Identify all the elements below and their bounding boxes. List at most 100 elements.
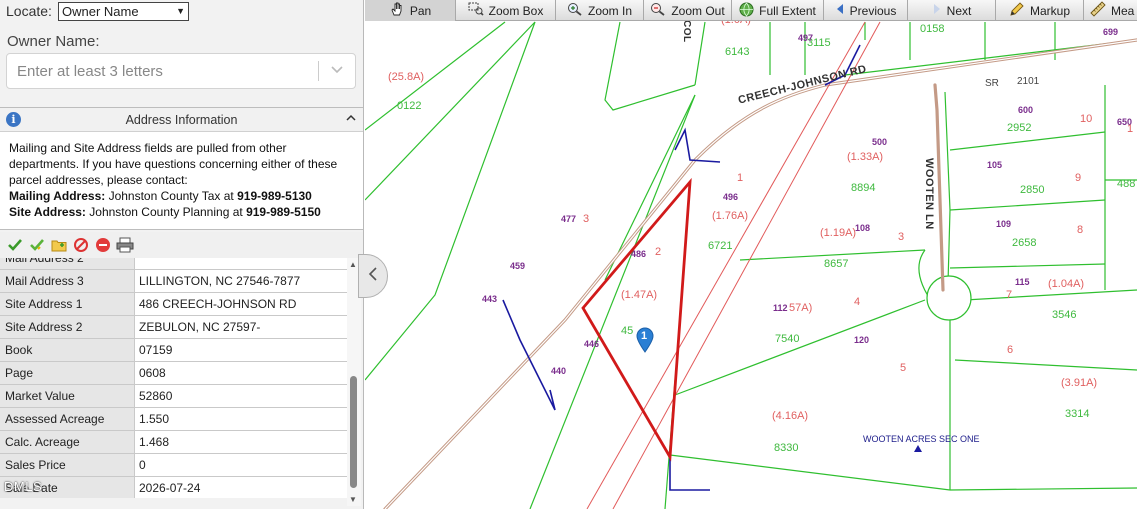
locate-label: Locate: (6, 3, 52, 19)
zoom-in-label: Zoom In (587, 3, 632, 18)
measure-label: Mea (1111, 3, 1135, 18)
zoom-in-button[interactable]: Zoom In (556, 0, 644, 21)
acreage-label: (1.47A) (621, 289, 658, 301)
parcel-id-label: 488 (1117, 178, 1136, 190)
house-number-label: 600 (1018, 105, 1034, 115)
chevron-down-icon[interactable] (319, 64, 355, 78)
site-address-text: Johnston County Planning at (89, 205, 243, 219)
cul-de-sac (926, 275, 972, 321)
lot-number-label: 9 (1075, 172, 1082, 184)
lot-number-label: 2 (655, 246, 662, 258)
lot-number-label: 8 (1077, 224, 1084, 236)
attribute-table: Mail Address 2 Mail Address 3 LILLINGTON… (0, 258, 347, 498)
parcel-id-label: 8657 (824, 258, 849, 270)
house-number-label: 497 (798, 33, 814, 43)
chevron-up-icon[interactable] (345, 111, 357, 126)
house-number-label: 699 (1103, 27, 1119, 37)
attr-value: LILLINGTON, NC 27546-7877 (135, 270, 347, 292)
next-button[interactable]: Next (908, 0, 996, 21)
check-icon[interactable] (6, 236, 24, 254)
attr-value: 1.468 (135, 431, 347, 453)
attr-key: Page (0, 362, 135, 384)
parcel-id-label: 3314 (1065, 408, 1090, 420)
pan-button[interactable]: Pan (365, 0, 456, 21)
attr-value: 2026-07-24 (135, 477, 347, 498)
locate-row: Locate: Owner Name ▼ (6, 1, 189, 21)
site-address-line: Site Address: Johnston County Planning a… (9, 204, 355, 220)
full-extent-label: Full Extent (759, 3, 816, 18)
zoom-box-button[interactable]: Zoom Box (456, 0, 556, 21)
remove-icon[interactable] (94, 236, 112, 254)
table-row: Mail Address 3 LILLINGTON, NC 27546-7877 (0, 270, 347, 293)
parcel-id-label: 8330 (774, 442, 799, 454)
acreage-label: 57A) (789, 302, 813, 314)
previous-button[interactable]: Previous (824, 0, 908, 21)
full-extent-button[interactable]: Full Extent (732, 0, 824, 21)
acreage-label: (1.33A) (847, 151, 884, 163)
subdivision-label: WOOTEN ACRES SEC ONE (863, 434, 980, 444)
chevron-down-icon: ▼ (176, 6, 185, 16)
mailing-address-phone: 919-989-5130 (237, 189, 312, 203)
scroll-thumb[interactable] (350, 376, 357, 488)
zoom-out-icon (650, 2, 666, 19)
address-info-panel: i Address Information Mailing and Site A… (0, 107, 363, 230)
parcel-id-label: 7540 (775, 333, 800, 345)
house-number-label: 109 (996, 219, 1012, 229)
acreage-label: (1.76A) (712, 210, 749, 222)
lot-number-label: 3 (583, 213, 590, 225)
markup-button[interactable]: Markup (996, 0, 1084, 21)
table-row: Site Address 1 486 CREECH-JOHNSON RD (0, 293, 347, 316)
check-all-icon[interactable] (28, 236, 46, 254)
acreage-label: (4.16A) (772, 410, 809, 422)
zoom-box-icon (468, 2, 484, 19)
zoom-out-button[interactable]: Zoom Out (644, 0, 732, 21)
lot-number-label: 3 (898, 231, 905, 243)
table-row: Assessed Acreage 1.550 (0, 408, 347, 431)
map-marker-label: 1 (641, 330, 648, 342)
house-number-label: 105 (987, 160, 1003, 170)
attr-value: 0 (135, 454, 347, 476)
attr-value: 486 CREECH-JOHNSON RD (135, 293, 347, 315)
attr-value: 1.550 (135, 408, 347, 430)
map-toolbar: Pan Zoom Box Zoom In Zoom Out Full Exten… (365, 0, 1137, 21)
attr-value (135, 258, 347, 269)
attr-value: 07159 (135, 339, 347, 361)
parcel-id-label: 2658 (1012, 237, 1037, 249)
attr-key: Site Address 1 (0, 293, 135, 315)
map-view[interactable]: 1 CREECH-JOHNSON RD WOOTEN LN COL SR 210… (365, 0, 1137, 509)
address-info-title: Address Information (125, 112, 238, 127)
cancel-icon[interactable] (72, 236, 90, 254)
locate-select[interactable]: Owner Name ▼ (58, 1, 189, 21)
attr-key: Site Address 2 (0, 316, 135, 338)
address-info-text: Mailing and Site Address fields are pull… (9, 141, 338, 187)
mailing-address-line: Mailing Address: Johnston County Tax at … (9, 188, 355, 204)
locate-select-value: Owner Name (62, 3, 139, 19)
house-number-label: 459 (510, 261, 526, 271)
info-icon: i (6, 112, 21, 127)
subdivision-marker-icon (914, 445, 922, 452)
table-row: Sales Price 0 (0, 454, 347, 477)
scroll-up-icon[interactable]: ▲ (349, 260, 357, 269)
attr-key: Book (0, 339, 135, 361)
owner-name-input[interactable]: Enter at least 3 letters (6, 53, 356, 89)
attr-value: ZEBULON, NC 27597- (135, 316, 347, 338)
scroll-down-icon[interactable]: ▼ (349, 495, 357, 504)
pan-label: Pan (409, 3, 432, 18)
acreage-label: (25.8A) (388, 71, 425, 83)
parcel-id-label: 2952 (1007, 122, 1032, 134)
print-icon[interactable] (116, 236, 134, 254)
chevron-left-icon (368, 266, 378, 286)
house-number-label: 496 (723, 192, 739, 202)
markup-label: Markup (1029, 3, 1070, 18)
parcel-id-label: 45 (621, 325, 634, 337)
address-info-header[interactable]: i Address Information (0, 108, 363, 132)
house-number-label: 477 (561, 214, 577, 224)
attr-key: Mail Address 2 (0, 258, 135, 269)
house-number-label: 112 (773, 303, 788, 313)
folder-icon[interactable] (50, 236, 68, 254)
table-row: Mail Address 2 (0, 258, 347, 270)
house-number-label: 486 (631, 249, 647, 259)
measure-button[interactable]: Mea (1084, 0, 1137, 21)
pencil-icon (1009, 1, 1025, 20)
attr-value: 0608 (135, 362, 347, 384)
